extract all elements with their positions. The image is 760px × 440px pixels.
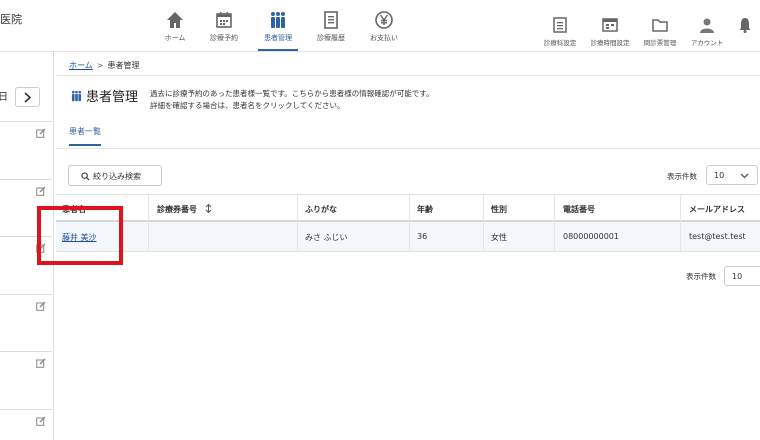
sidebar-date-nav: 日: [0, 84, 54, 109]
settings-questionnaire-label: 問診票管理: [643, 39, 677, 47]
column-divider: [554, 195, 555, 223]
nav-payment-label: お支払い: [370, 34, 398, 42]
settings-hours-label: 診療時間設定: [590, 39, 630, 47]
home-icon: [167, 12, 183, 28]
breadcrumb-separator: >: [96, 61, 104, 70]
top-navigation-bar: 医院 ホーム 診療予約 患者管理 診療履歴 お支払い 診療科設定 診療時間設定: [0, 0, 760, 52]
sidebar-slot: [0, 409, 52, 426]
settings-department-label: 診療科設定: [543, 39, 577, 47]
app-root: 医院 ホーム 診療予約 患者管理 診療履歴 お支払い 診療科設定 診療時間設定: [0, 0, 760, 440]
per-page-value: 10: [714, 171, 725, 180]
sidebar-slot: [0, 121, 52, 138]
highlight-annotation-box: [37, 206, 123, 265]
cell-age: 36: [417, 232, 428, 241]
edit-icon[interactable]: [36, 416, 46, 426]
settings-questionnaire[interactable]: 問診票管理: [634, 16, 686, 47]
column-divider: [483, 195, 484, 223]
page-description-line1: 過去に診療予約のあった患者様一覧です。こちらから患者様の情報確認が可能です。: [150, 89, 434, 98]
breadcrumb-current: 患者管理: [107, 61, 140, 70]
per-page-label-bottom: 表示件数: [686, 272, 716, 281]
column-divider: [148, 222, 149, 252]
column-divider: [409, 195, 410, 223]
column-header-phone[interactable]: 電話番号: [563, 204, 595, 215]
next-date-button[interactable]: [15, 87, 40, 107]
column-header-gender[interactable]: 性別: [491, 204, 507, 215]
yen-icon: [375, 11, 393, 29]
column-header-email[interactable]: メールアドレス: [689, 204, 745, 215]
cell-phone: 08000000001: [563, 232, 619, 241]
nav-reservation-label: 診療予約: [210, 34, 238, 42]
tab-divider: [56, 148, 760, 149]
chevron-right-icon: [24, 92, 32, 103]
filter-search-button[interactable]: 絞り込み検索: [68, 165, 162, 186]
nav-home-label: ホーム: [164, 34, 186, 42]
settings-hours[interactable]: 診療時間設定: [584, 16, 636, 47]
column-divider: [680, 222, 681, 252]
nav-patients[interactable]: 患者管理: [251, 10, 305, 51]
nav-history[interactable]: 診療履歴: [304, 10, 358, 43]
folder-icon: [652, 19, 668, 32]
column-header-card-number[interactable]: 診療券番号: [157, 203, 212, 215]
column-divider: [409, 222, 410, 252]
document-icon: [324, 11, 338, 29]
column-divider: [148, 195, 149, 223]
bell-icon[interactable]: [738, 17, 752, 33]
settings-account[interactable]: アカウント: [681, 16, 733, 47]
cell-email: test@test.test: [689, 232, 746, 241]
page-title-text: 患者管理: [86, 90, 139, 105]
settings-account-label: アカウント: [690, 39, 724, 47]
patients-icon: [271, 12, 285, 28]
breadcrumb-home-link[interactable]: ホーム: [69, 61, 93, 70]
edit-icon[interactable]: [36, 128, 46, 138]
nav-reservation[interactable]: 診療予約: [197, 10, 251, 43]
sidebar-day-label: 日: [0, 92, 8, 103]
per-page-select[interactable]: 10: [706, 165, 758, 185]
tab-patient-list[interactable]: 患者一覧: [69, 126, 101, 146]
edit-icon[interactable]: [36, 301, 46, 311]
per-page-value-bottom: 10: [732, 272, 743, 281]
settings-department[interactable]: 診療科設定: [534, 16, 586, 47]
page-description-line2: 詳細を確認する場合は、患者名をクリックしてください。: [150, 101, 345, 110]
column-header-card-number-label: 診療券番号: [157, 205, 197, 214]
cell-gender: 女性: [491, 233, 507, 242]
table-row[interactable]: 藤井 美沙 みさ ふじい 36 女性 08000000001 test@test…: [56, 222, 760, 252]
column-divider: [483, 222, 484, 252]
calendar-icon: [216, 12, 232, 28]
column-divider: [680, 195, 681, 223]
schedule-icon: [602, 18, 618, 32]
page-description: 過去に診療予約のあった患者様一覧です。こちらから患者様の情報確認が可能です。 詳…: [150, 88, 434, 112]
user-icon: [700, 18, 714, 33]
column-header-furigana[interactable]: ふりがな: [305, 204, 337, 215]
sidebar-slot: [0, 351, 52, 368]
per-page-select-bottom[interactable]: 10: [724, 266, 760, 286]
search-icon: [81, 172, 90, 181]
column-header-age[interactable]: 年齢: [417, 204, 433, 215]
nav-payment[interactable]: お支払い: [357, 10, 411, 43]
breadcrumb: ホーム > 患者管理: [56, 56, 760, 76]
column-divider: [297, 222, 298, 252]
table-header: 患者名 診療券番号 ふりがな 年齢 性別 電話番号 メールアドレス: [56, 194, 760, 223]
page-title: 患者管理: [70, 86, 138, 105]
column-divider: [554, 222, 555, 252]
nav-home[interactable]: ホーム: [148, 10, 202, 43]
chevron-down-icon: [740, 173, 749, 179]
sort-icon[interactable]: [205, 203, 212, 214]
edit-icon[interactable]: [36, 186, 46, 196]
sidebar-slot: [0, 294, 52, 311]
cell-furigana: みさ ふじい: [305, 233, 348, 242]
clinic-name: 医院: [0, 13, 22, 26]
column-divider: [297, 195, 298, 223]
list-icon: [553, 17, 567, 33]
nav-history-label: 診療履歴: [317, 34, 345, 42]
nav-patients-label: 患者管理: [264, 34, 292, 42]
sidebar-slot: [0, 179, 52, 196]
patients-icon: [71, 90, 82, 102]
edit-icon[interactable]: [36, 358, 46, 368]
per-page-label: 表示件数: [667, 172, 697, 181]
filter-search-label: 絞り込み検索: [93, 172, 141, 181]
